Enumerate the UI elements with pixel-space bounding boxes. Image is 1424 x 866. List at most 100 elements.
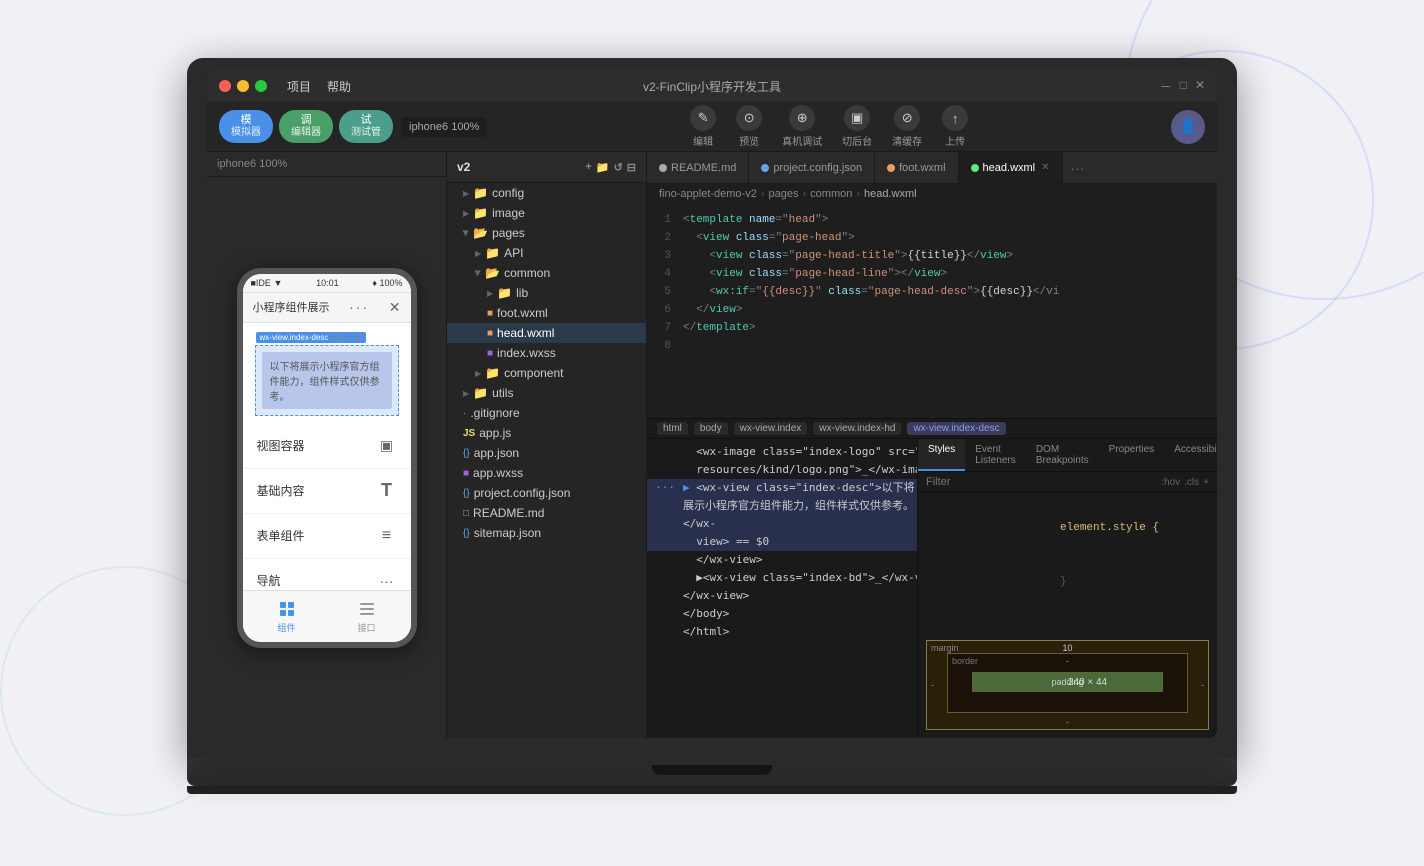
nav-item-1[interactable]: 接口 xyxy=(357,599,377,634)
tab-more-icon[interactable]: ··· xyxy=(1063,160,1093,176)
preview-top-bar: iphone6 100% xyxy=(207,152,446,177)
element-tag-wx-view-index-desc[interactable]: wx-view.index-desc xyxy=(907,422,1005,435)
clear-cache-action[interactable]: ⊘ 清缓存 xyxy=(892,105,922,148)
code-editor[interactable]: 1 <template name="head"> 2 <view class="… xyxy=(647,205,1217,418)
tree-item-readme[interactable]: □ README.md xyxy=(447,503,646,523)
tab-head-wxml[interactable]: head.wxml ✕ xyxy=(959,152,1063,183)
console-line-1: resources/kind/logo.png">_</wx-image> xyxy=(647,461,917,479)
element-tag-wx-view-index-hd[interactable]: wx-view.index-hd xyxy=(813,422,901,435)
element-tag-wx-view-index[interactable]: wx-view.index xyxy=(734,422,808,435)
tree-item-config[interactable]: ▶ 📁 config xyxy=(447,183,646,203)
console-content: </wx-view> xyxy=(683,551,762,569)
phone-close-icon[interactable]: ✕ xyxy=(389,299,401,316)
tab-readme[interactable]: README.md xyxy=(647,152,749,183)
tab-project-config[interactable]: project.config.json xyxy=(749,152,875,183)
tree-item-label: .gitignore xyxy=(470,406,519,420)
console-line-7: </body> xyxy=(647,605,917,623)
list-item-1[interactable]: 基础内容 T xyxy=(243,469,411,514)
filter-hover-btn[interactable]: :hov xyxy=(1161,477,1180,488)
tree-item-label: lib xyxy=(516,286,528,300)
nav-item-0[interactable]: 组件 xyxy=(277,599,297,634)
tree-item-gitignore[interactable]: · .gitignore xyxy=(447,403,646,423)
editor-icon: 调 xyxy=(301,114,312,127)
traffic-lights xyxy=(219,80,267,92)
tree-item-component[interactable]: ▶ 📁 component xyxy=(447,363,646,383)
device-debug-action[interactable]: ⊕ 真机调试 xyxy=(782,105,822,148)
window-close-icon[interactable]: ✕ xyxy=(1195,78,1205,95)
folder-icon: 📁 xyxy=(485,366,500,380)
preview-action[interactable]: ⊙ 预览 xyxy=(736,105,762,148)
tree-item-lib[interactable]: ▶ 📁 lib xyxy=(447,283,646,303)
folder-open-icon: 📂 xyxy=(473,226,488,240)
styles-tab-dom-breakpoints[interactable]: DOM Breakpoints xyxy=(1026,439,1099,471)
tree-item-index-wxss[interactable]: ■ index.wxss xyxy=(447,343,646,363)
tree-item-pages[interactable]: ▶ 📂 pages xyxy=(447,223,646,243)
tree-item-common[interactable]: ▶ 📂 common xyxy=(447,263,646,283)
tree-new-file-icon[interactable]: + xyxy=(585,161,591,174)
style-rule-element: element.style { } xyxy=(918,499,1217,611)
filter-add-btn[interactable]: + xyxy=(1203,477,1209,488)
list-item-3[interactable]: 导航 ··· xyxy=(243,559,411,590)
console-content: view> == $0 xyxy=(683,533,769,551)
styles-tab-styles[interactable]: Styles xyxy=(918,439,965,471)
tab-close-icon[interactable]: ✕ xyxy=(1041,162,1049,173)
menu-help[interactable]: 帮助 xyxy=(327,78,351,95)
box-model: margin 10 - - - border - xyxy=(918,632,1217,738)
styles-tab-properties[interactable]: Properties xyxy=(1099,439,1165,471)
maximize-button[interactable] xyxy=(255,80,267,92)
tree-item-app-json[interactable]: {} app.json xyxy=(447,443,646,463)
menu-project[interactable]: 项目 xyxy=(287,78,311,95)
tree-new-folder-icon[interactable]: 📁 xyxy=(596,161,610,174)
phone-more-icon[interactable]: ··· xyxy=(349,299,369,315)
chevron-icon: ▶ xyxy=(475,249,481,258)
background-label: 切后台 xyxy=(842,133,872,148)
element-tag-html[interactable]: html xyxy=(657,422,688,435)
tab-foot-wxml[interactable]: foot.wxml xyxy=(875,152,958,183)
edit-action[interactable]: ✎ 编辑 xyxy=(690,105,716,148)
nav-label-0: 组件 xyxy=(277,621,295,634)
window-maximize-icon[interactable]: □ xyxy=(1180,78,1187,95)
tree-item-utils[interactable]: ▶ 📁 utils xyxy=(447,383,646,403)
list-item-0[interactable]: 视图容器 ▣ xyxy=(243,424,411,469)
filter-class-btn[interactable]: .cls xyxy=(1184,477,1199,488)
clear-cache-label: 清缓存 xyxy=(892,133,922,148)
tree-item-image[interactable]: ▶ 📁 image xyxy=(447,203,646,223)
background-action[interactable]: ▣ 切后台 xyxy=(842,105,872,148)
tree-item-api[interactable]: ▶ 📁 API xyxy=(447,243,646,263)
test-button[interactable]: 试 测试管 xyxy=(339,110,393,143)
tree-item-foot-wxml[interactable]: ■ foot.wxml xyxy=(447,303,646,323)
close-button[interactable] xyxy=(219,80,231,92)
filter-input[interactable] xyxy=(926,476,1155,488)
tree-item-sitemap[interactable]: {} sitemap.json xyxy=(447,523,646,543)
element-tag-body[interactable]: body xyxy=(694,422,728,435)
styles-tab-accessibility[interactable]: Accessibility xyxy=(1164,439,1217,471)
simulator-button[interactable]: 模 模拟器 xyxy=(219,110,273,143)
user-avatar[interactable]: 👤 xyxy=(1171,110,1205,144)
tree-refresh-icon[interactable]: ↺ xyxy=(614,161,623,174)
list-item-label-2: 表单组件 xyxy=(257,527,305,544)
title-bar: 项目 帮助 v2-FinClip小程序开发工具 － □ ✕ xyxy=(207,70,1217,102)
line-number xyxy=(647,587,683,605)
phone-frame: ■IDE ▼ 10:01 ♦ 100% 小程序组件展示 ··· ✕ xyxy=(237,268,417,648)
window-minimize-icon[interactable]: － xyxy=(1160,78,1172,95)
styles-tab-event-listeners[interactable]: Event Listeners xyxy=(965,439,1026,471)
tab-dot xyxy=(761,164,769,172)
tree-item-app-js[interactable]: JS app.js xyxy=(447,423,646,443)
nav-grid-icon xyxy=(277,599,297,619)
list-item-icon-1: T xyxy=(377,481,397,501)
tree-item-label: foot.wxml xyxy=(497,306,548,320)
tree-item-label: common xyxy=(504,266,550,280)
code-line-4: 4 <view class="page-head-line"></view> xyxy=(647,265,1217,283)
minimize-button[interactable] xyxy=(237,80,249,92)
tree-item-app-wxss[interactable]: ■ app.wxss xyxy=(447,463,646,483)
file-xml-icon: ■ xyxy=(487,308,493,319)
tree-item-head-wxml[interactable]: ■ head.wxml xyxy=(447,323,646,343)
tree-collapse-icon[interactable]: ⊟ xyxy=(627,161,636,174)
list-item-2[interactable]: 表单组件 ≡ xyxy=(243,514,411,559)
file-icon: □ xyxy=(463,508,469,519)
tree-item-project-config[interactable]: {} project.config.json xyxy=(447,483,646,503)
folder-icon: 📁 xyxy=(473,206,488,220)
file-css-icon: ■ xyxy=(487,348,493,359)
editor-button[interactable]: 调 编辑器 xyxy=(279,110,333,143)
upload-action[interactable]: ↑ 上传 xyxy=(942,105,968,148)
